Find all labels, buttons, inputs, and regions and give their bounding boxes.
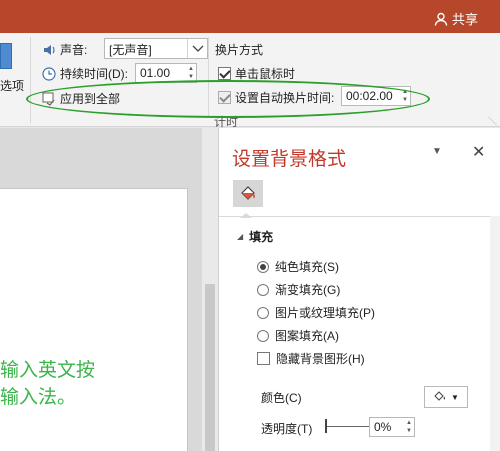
transparency-slider-thumb[interactable] xyxy=(325,419,327,433)
fill-section-header[interactable]: ◢ 填充 xyxy=(237,228,273,245)
color-picker-button[interactable]: ▼ xyxy=(424,386,468,408)
title-bar: 共享 xyxy=(0,0,500,33)
paint-bucket-icon xyxy=(434,391,446,401)
collapse-ribbon-icon[interactable] xyxy=(487,116,498,126)
fill-section-label: 填充 xyxy=(249,230,274,244)
hide-background-option[interactable]: 隐藏背景图形(H) xyxy=(257,350,365,367)
format-background-pane: 设置背景格式 ▼ ✕ ◢ 填充 纯色填充(S) 渐变填充(G) 图片或纹理填充(… xyxy=(218,128,500,451)
advance-group-label: 换片方式 xyxy=(215,41,263,58)
gradient-fill-label: 渐变填充(G) xyxy=(275,283,341,297)
sound-row: 声音: xyxy=(42,41,87,58)
chevron-down-icon[interactable] xyxy=(187,39,207,58)
slide-scrollbar[interactable] xyxy=(202,128,218,451)
transparency-value: 0% xyxy=(374,420,392,434)
picture-fill-label: 图片或纹理填充(P) xyxy=(275,306,375,320)
paint-bucket-icon xyxy=(241,185,255,200)
effect-options-icon[interactable] xyxy=(0,43,12,69)
scrollbar-thumb[interactable] xyxy=(205,284,215,451)
sound-dropdown[interactable]: [无声音] xyxy=(104,38,208,59)
duration-value: 01.00 xyxy=(140,66,171,80)
pane-scrollbar[interactable] xyxy=(490,216,500,451)
solid-fill-radio[interactable] xyxy=(257,260,269,273)
advance-group-text: 换片方式 xyxy=(215,43,264,57)
picture-fill-radio[interactable] xyxy=(257,306,269,319)
pattern-fill-label: 图案填充(A) xyxy=(275,329,339,343)
close-icon[interactable]: ✕ xyxy=(472,142,485,162)
picture-fill-option[interactable]: 图片或纹理填充(P) xyxy=(257,304,375,321)
effect-options-label[interactable]: 选项 xyxy=(0,77,24,94)
sound-label: 声音: xyxy=(60,43,88,57)
highlight-ellipse xyxy=(26,80,430,118)
share-label: 共享 xyxy=(451,12,478,27)
slide-canvas[interactable]: 输入英文按 输入法。 xyxy=(0,188,188,451)
hide-background-checkbox[interactable] xyxy=(257,352,270,365)
sound-value: [无声音] xyxy=(109,43,152,57)
color-row: 颜色(C) xyxy=(261,389,302,406)
on-click-checkbox[interactable] xyxy=(218,67,231,80)
tab-pointer xyxy=(240,213,252,218)
solid-fill-label: 纯色填充(S) xyxy=(275,260,339,274)
slide-text-line-2: 输入法。 xyxy=(0,386,77,408)
gradient-fill-option[interactable]: 渐变填充(G) xyxy=(257,281,340,298)
ribbon-divider xyxy=(30,37,31,123)
slide-text-line-1: 输入英文按 xyxy=(0,359,96,381)
transparency-slider-track[interactable] xyxy=(326,426,370,427)
pattern-fill-radio[interactable] xyxy=(257,329,269,342)
duration-label: 持续时间(D): xyxy=(60,67,128,81)
pane-options-icon[interactable]: ▼ xyxy=(432,146,442,157)
spinner-arrows-icon[interactable]: ▲ ▼ xyxy=(406,419,412,435)
color-label: 颜色(C) xyxy=(261,391,302,405)
transparency-label: 透明度(T) xyxy=(261,422,313,436)
clock-icon xyxy=(42,66,56,81)
hide-background-label: 隐藏背景图形(H) xyxy=(276,352,365,366)
transparency-input[interactable]: 0% ▲ ▼ xyxy=(369,417,415,437)
tab-divider xyxy=(219,216,500,217)
share-button[interactable]: 共享 xyxy=(434,9,478,28)
chevron-down-icon: ▼ xyxy=(451,392,459,402)
solid-fill-option[interactable]: 纯色填充(S) xyxy=(257,258,339,275)
triangle-expanded-icon: ◢ xyxy=(237,232,244,241)
person-icon xyxy=(434,12,448,26)
speaker-icon xyxy=(44,44,55,55)
fill-tab[interactable] xyxy=(233,180,263,207)
gradient-fill-radio[interactable] xyxy=(257,283,269,296)
transparency-row: 透明度(T) xyxy=(261,420,312,437)
duration-row: 持续时间(D): xyxy=(42,65,128,82)
slide-editing-area: 输入英文按 输入法。 xyxy=(0,128,218,451)
pattern-fill-option[interactable]: 图案填充(A) xyxy=(257,327,339,344)
slide-text[interactable]: 输入英文按 输入法。 xyxy=(0,357,95,411)
pane-title: 设置背景格式 xyxy=(232,148,347,170)
spinner-arrows-icon[interactable]: ▲ ▼ xyxy=(188,65,194,81)
